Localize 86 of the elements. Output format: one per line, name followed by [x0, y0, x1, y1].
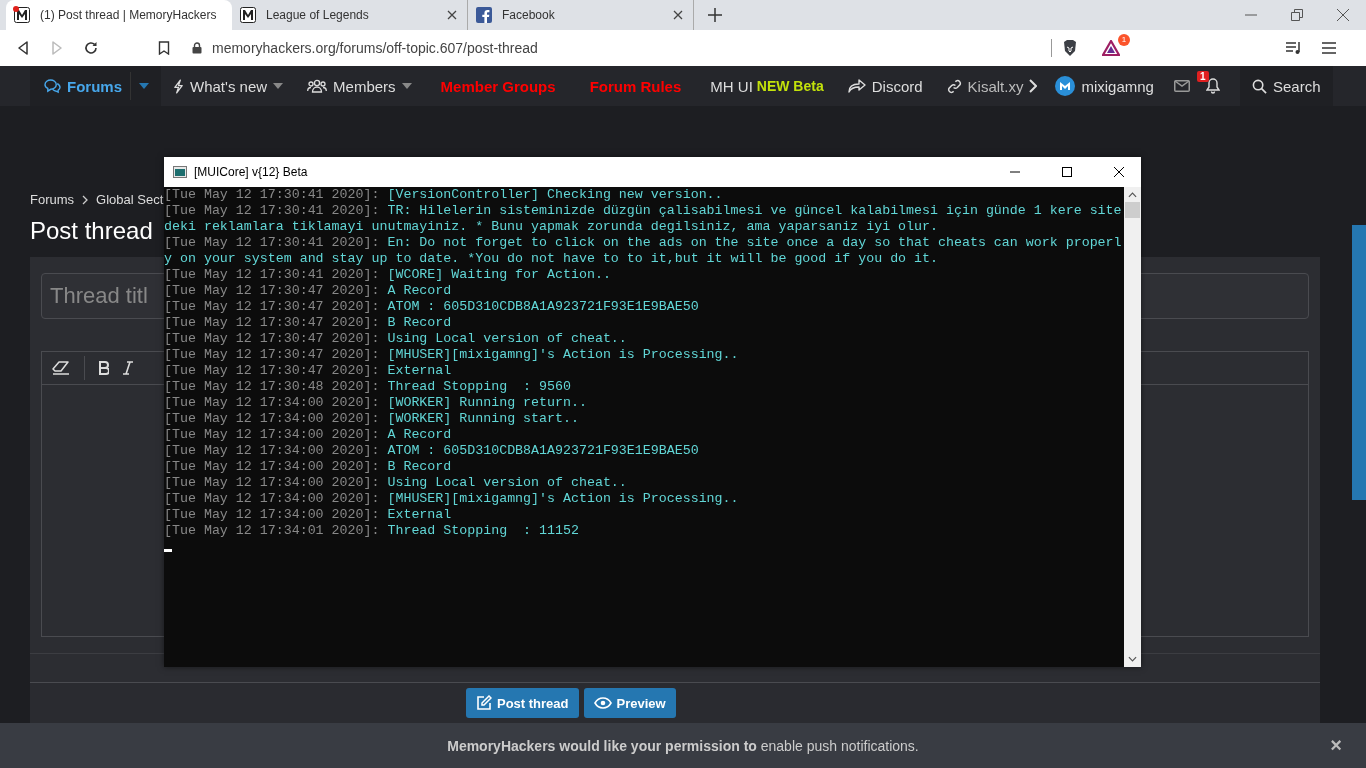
close-icon[interactable]: [1114, 167, 1124, 177]
playlist-icon[interactable]: [1286, 41, 1302, 55]
console-line: [Tue May 12 17:34:00 2020]: [WORKER] Running start..: [164, 411, 580, 427]
new-beta-tag: NEW Beta: [756, 78, 824, 94]
console-line: [Tue May 12 17:30:41 2020]: [WCORE] Waiting for Action..: [164, 267, 612, 283]
menu-icon[interactable]: [1322, 41, 1336, 55]
reload-icon[interactable]: [84, 41, 98, 55]
comments-icon: [44, 78, 61, 94]
triangle-icon[interactable]: [1102, 40, 1120, 56]
nav-tab[interactable]: Member Groups: [423, 66, 573, 106]
console-line: [Tue May 12 17:30:47 2020]: External: [164, 363, 453, 379]
close-icon[interactable]: [673, 10, 683, 20]
lock-icon: [192, 42, 202, 54]
browser-tab[interactable]: (1) Post thread | MemoryHackers: [6, 0, 232, 30]
bold-icon[interactable]: [99, 361, 109, 375]
scrollbar-thumb[interactable]: [1125, 202, 1140, 218]
console-line: [Tue May 12 17:30:48 2020]: Thread Stopping : 9560: [164, 379, 572, 395]
tab-title: (1) Post thread | MemoryHackers: [40, 8, 217, 22]
caret-icon[interactable]: [401, 83, 412, 89]
bell-icon[interactable]: [1205, 78, 1220, 94]
nav-tab[interactable]: Forums: [30, 66, 161, 106]
maximize-icon[interactable]: [1062, 167, 1072, 177]
facebook-icon: [476, 7, 492, 23]
console-line: [Tue May 12 17:30:47 2020]: [MHUSER][mixigamng]'s Action is Processing..: [164, 347, 740, 363]
edit-icon: [476, 695, 492, 711]
m-logo-icon: [240, 7, 256, 23]
caret-icon[interactable]: [139, 83, 149, 89]
console-line: [Tue May 12 17:30:47 2020]: ATOM : 605D310CDB8A1A923721F93E1E9BAE50: [164, 299, 700, 315]
scrollbar[interactable]: [1124, 187, 1141, 667]
console-line: [Tue May 12 17:30:41 2020]: TR: Hilelerin sisteminizde düzgün çalisabilmesi ve güncel kalabilmesi için günde 1 kere sitedeki reklamlara tiklamayi unutmayiniz. * Bunu yapmak zorunda degilsiniz, ama yaparsaniz iyi olur.: [164, 203, 1122, 235]
console-line: [Tue May 12 17:30:47 2020]: Using Local version of cheat..: [164, 331, 628, 347]
eraser-icon[interactable]: [52, 361, 70, 375]
console-app-icon: [173, 166, 187, 178]
chevron-icon: [82, 194, 89, 205]
close-icon[interactable]: [447, 10, 457, 20]
caret-icon[interactable]: [273, 83, 284, 89]
console-line: [Tue May 12 17:30:47 2020]: B Record: [164, 315, 453, 331]
console-line: [Tue May 12 17:34:00 2020]: [WORKER] Running return..: [164, 395, 588, 411]
share-icon: [847, 79, 866, 93]
avatar-icon: [1055, 76, 1076, 96]
console-line: [Tue May 12 17:34:00 2020]: B Record: [164, 459, 453, 475]
mail-icon[interactable]: [1173, 80, 1190, 92]
submit-button[interactable]: Post thread: [466, 688, 579, 718]
console-line: [Tue May 12 17:34:00 2020]: [MHUSER][mixigamng]'s Action is Processing..: [164, 491, 740, 507]
search-button[interactable]: Search: [1239, 66, 1333, 106]
tab-title: League of Legends: [266, 8, 370, 22]
close-button[interactable]: ×: [1330, 734, 1342, 757]
nav-tab[interactable]: Forum Rules: [572, 66, 699, 106]
m-logo-icon: [14, 7, 30, 23]
console-line: [Tue May 12 17:34:00 2020]: A Record: [164, 427, 453, 443]
search-icon: [1251, 78, 1267, 94]
console-line: [Tue May 12 17:30:41 2020]: En: Do not forget to click on the ads on the site once a day so that cheats can work properly on your system and stay up to date. *You do not have to to it,but it will be good if you do it.: [164, 235, 1122, 267]
lion-icon[interactable]: [1062, 39, 1078, 57]
breadcrumb-link[interactable]: Forums: [30, 192, 75, 207]
notification-badge: 1: [1118, 34, 1130, 46]
window-title: [MUICore] v{12} Beta: [194, 165, 308, 179]
console-line: [Tue May 12 17:30:41 2020]: [VersionController] Checking new version..: [164, 187, 724, 203]
bolt-icon: [173, 78, 184, 94]
bookmark-icon[interactable]: [158, 41, 170, 55]
tab-title: Facebook: [502, 8, 556, 22]
scroll-up-icon[interactable]: [1128, 192, 1137, 198]
nav-tab[interactable]: Kisalt.xy: [934, 66, 1036, 106]
console-line: [Tue May 12 17:34:00 2020]: External: [164, 507, 453, 523]
text-cursor: [164, 549, 172, 552]
console-line: [Tue May 12 17:34:01 2020]: Thread Stopping : 11152: [164, 523, 580, 539]
scroll-down-icon[interactable]: [1128, 656, 1137, 662]
back-icon[interactable]: [16, 41, 30, 55]
eye-icon: [593, 697, 612, 709]
italic-icon[interactable]: [123, 361, 133, 375]
new-tab-icon[interactable]: [708, 8, 722, 22]
nav-tab[interactable]: Members: [295, 66, 424, 106]
submit-button[interactable]: Preview: [583, 688, 676, 718]
console-line: [Tue May 12 17:30:47 2020]: A Record: [164, 283, 453, 299]
page-title: Post thread: [30, 217, 153, 245]
console-line: [Tue May 12 17:34:00 2020]: ATOM : 605D310CDB8A1A923721F93E1E9BAE50: [164, 443, 700, 459]
notification-text: MemoryHackers would like your permission to enable push notifications.: [447, 737, 919, 754]
alert-count-badge: 1: [1196, 71, 1209, 82]
restore-icon[interactable]: [1291, 9, 1303, 21]
user-menu[interactable]: mixigamng: [1045, 66, 1164, 106]
nav-tab[interactable]: MH UI NEW Beta: [698, 66, 836, 106]
nav-tab[interactable]: Discord: [835, 66, 935, 106]
chevron-right-icon[interactable]: [1029, 79, 1038, 93]
console-line: [Tue May 12 17:34:00 2020]: Using Local version of cheat..: [164, 475, 628, 491]
link-icon: [946, 78, 962, 94]
nav-tab[interactable]: What's new: [161, 66, 296, 106]
users-icon: [307, 79, 328, 93]
